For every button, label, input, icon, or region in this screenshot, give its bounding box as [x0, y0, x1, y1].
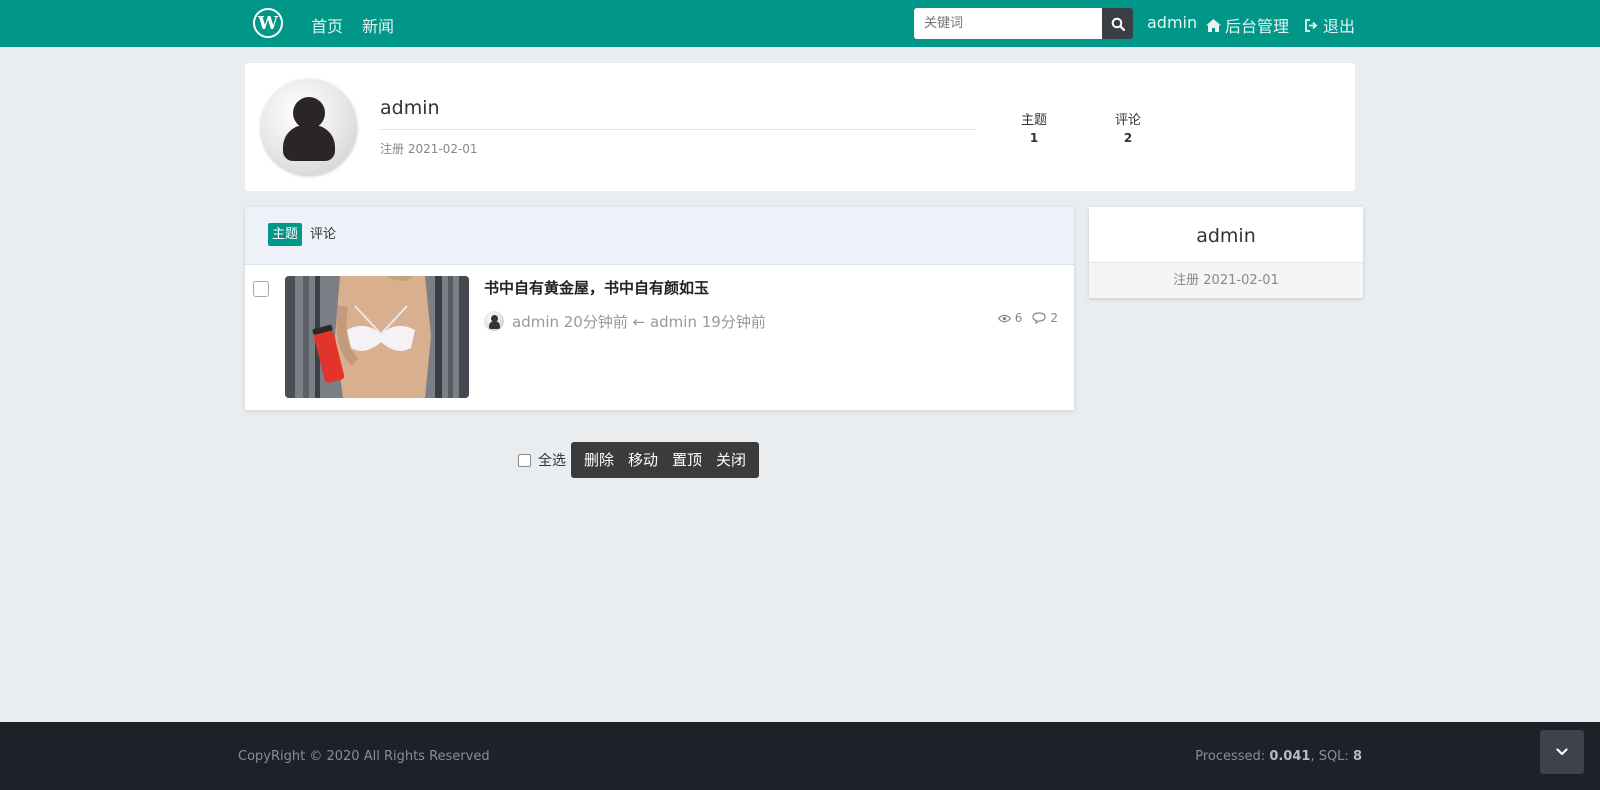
thread-checkbox[interactable] — [253, 281, 269, 297]
top-navbar: W 首页 新闻 admin 后台管理 退出 — [0, 0, 1600, 47]
user-link[interactable]: admin — [1147, 13, 1197, 32]
stat-topics-label: 主题 — [1020, 113, 1047, 128]
tab-comments[interactable]: 评论 — [310, 223, 336, 246]
chevron-down-icon — [1556, 748, 1568, 756]
copyright-text: CopyRight © 2020 All Rights Reserved — [238, 749, 490, 764]
logout-icon — [1305, 18, 1318, 32]
admin-panel-link[interactable]: 后台管理 — [1206, 13, 1289, 37]
profile-divider — [380, 129, 975, 130]
batch-button-group: 删除 移动 置顶 关闭 — [571, 442, 760, 478]
sidebar-user-name[interactable]: admin — [1089, 225, 1363, 247]
thread-stats: 6 2 — [997, 311, 1058, 325]
search-button[interactable] — [1102, 8, 1133, 39]
sql-value: 8 — [1352, 749, 1362, 764]
processed-label: Processed: — [1195, 749, 1270, 764]
sidebar-registered-date: 注册 2021-02-01 — [1089, 262, 1363, 298]
pin-button[interactable]: 置顶 — [665, 442, 709, 478]
select-all-label[interactable]: 全选 — [538, 450, 566, 470]
list-tabs-bar: 主题 评论 — [245, 207, 1074, 265]
thread-meta: admin 20分钟前 ← admin 19分钟前 — [512, 313, 766, 331]
processed-stats: Processed: 0.041, SQL: 8 — [1195, 749, 1362, 764]
logo-letter: W — [257, 12, 279, 34]
avatar-body-shape — [489, 321, 500, 329]
nav-news-link[interactable]: 新闻 — [362, 13, 394, 37]
thumbnail-image — [285, 276, 469, 398]
close-button[interactable]: 关闭 — [709, 442, 753, 478]
sql-label: , SQL: — [1310, 749, 1353, 764]
avatar — [261, 79, 357, 175]
view-count: 6 — [1014, 311, 1023, 325]
site-logo[interactable]: W — [253, 8, 283, 38]
thread-thumbnail[interactable] — [285, 276, 469, 398]
stat-comments: 评论 2 — [1098, 109, 1158, 145]
logout-label: 退出 — [1323, 17, 1356, 36]
logout-link[interactable]: 退出 — [1304, 13, 1355, 37]
profile-name: admin — [380, 97, 440, 119]
scroll-top-button[interactable] — [1540, 730, 1584, 774]
home-icon — [1206, 18, 1221, 32]
footer: CopyRight © 2020 All Rights Reserved Pro… — [0, 722, 1600, 790]
delete-button[interactable]: 删除 — [577, 442, 621, 478]
nav-home-link[interactable]: 首页 — [311, 13, 343, 37]
stat-comments-value: 2 — [1123, 131, 1133, 145]
thread-title[interactable]: 书中自有黄金屋，书中自有颜如玉 — [484, 277, 709, 298]
search-input[interactable] — [914, 8, 1102, 39]
comment-count: 2 — [1050, 311, 1058, 325]
stat-topics-value: 1 — [1029, 131, 1039, 145]
search-icon — [1111, 17, 1125, 31]
admin-panel-label: 后台管理 — [1225, 17, 1290, 36]
processed-value: 0.041 — [1269, 749, 1311, 764]
select-all-checkbox[interactable] — [518, 453, 531, 467]
batch-actions: 全选 删除 移动 置顶 关闭 — [518, 442, 760, 478]
comment-icon — [1032, 312, 1046, 324]
avatar-body-shape — [283, 125, 335, 161]
profile-card: admin 注册 2021-02-01 主题 1 评论 2 — [245, 63, 1355, 191]
eye-icon — [997, 314, 1011, 322]
stat-topics: 主题 1 — [1004, 109, 1064, 145]
thread-author-avatar[interactable] — [484, 311, 504, 331]
profile-registered-date: 注册 2021-02-01 — [380, 142, 478, 156]
stat-comments-label: 评论 — [1114, 113, 1141, 128]
sidebar-user-card: admin 注册 2021-02-01 — [1089, 207, 1363, 298]
tab-topics[interactable]: 主题 — [268, 223, 303, 246]
move-button[interactable]: 移动 — [621, 442, 665, 478]
thread-list-card: 主题 评论 书中自有黄金屋，书中自有颜如玉 admin 20分钟前 ← admi… — [245, 207, 1074, 410]
